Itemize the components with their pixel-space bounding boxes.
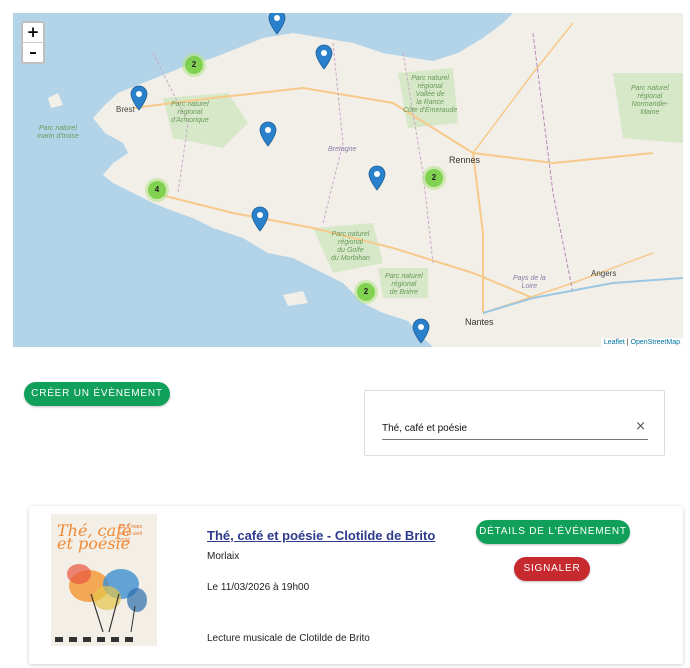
event-poster-image: Thé, café et poésie Du 9 mars au 18 avri… — [51, 514, 157, 646]
map-marker-icon[interactable] — [268, 13, 286, 35]
poster-dates: Du 9 mars au 18 avril 2026 — [119, 524, 143, 544]
attribution-separator: | — [626, 339, 629, 346]
label-bretagne: Bretagne — [328, 146, 357, 153]
label-parc-armorique: Parc naturel régional d'Armorique — [171, 101, 209, 124]
cluster-count: 2 — [425, 169, 443, 187]
zoom-in-button[interactable]: + — [23, 23, 43, 42]
search-card: Thé, café et poésie × — [364, 390, 665, 456]
map-marker-icon[interactable] — [259, 121, 277, 147]
cluster-count: 4 — [148, 181, 166, 199]
city-nantes: Nantes — [465, 317, 494, 327]
map-marker-icon[interactable] — [368, 165, 386, 191]
event-title-link[interactable]: Thé, café et poésie - Clotilde de Brito — [207, 528, 435, 543]
event-map[interactable]: Parc naturel régional d'Armorique Parc n… — [13, 13, 683, 347]
label-parc-normandie: Parc naturel régional Normandie- Maine — [631, 85, 669, 116]
label-parc-iroise: Parc naturel marin d'Iroise — [37, 125, 79, 140]
search-input[interactable]: Thé, café et poésie × — [382, 419, 648, 440]
map-marker-icon[interactable] — [251, 206, 269, 232]
marker-cluster[interactable]: 2 — [354, 280, 378, 304]
marker-cluster[interactable]: 2 — [182, 53, 206, 77]
map-marker-icon[interactable] — [412, 318, 430, 344]
label-parc-rance: Parc naturel régional Vallée de la Rance… — [403, 75, 458, 114]
report-button[interactable]: SIGNALER — [514, 557, 590, 581]
event-details-button[interactable]: DÉTAILS DE L'ÉVÉNEMENT — [476, 520, 630, 544]
search-input-value: Thé, café et poésie — [382, 423, 468, 434]
marker-cluster[interactable]: 4 — [145, 178, 169, 202]
osm-link[interactable]: OpenStreetMap — [631, 339, 680, 346]
label-pays-loire: Pays de la Loire — [513, 275, 546, 290]
cluster-count: 2 — [185, 56, 203, 74]
leaflet-link[interactable]: Leaflet — [604, 339, 625, 346]
city-rennes: Rennes — [449, 155, 481, 165]
event-description: Lecture musicale de Clotilde de Brito — [207, 633, 370, 644]
label-parc-morbihan: Parc naturel régional du Golfe du Morbih… — [331, 231, 370, 262]
map-marker-icon[interactable] — [130, 85, 148, 111]
clear-icon[interactable]: × — [635, 419, 646, 434]
map-marker-icon[interactable] — [315, 44, 333, 70]
map-tiles — [13, 13, 683, 347]
event-card: Thé, café et poésie Du 9 mars au 18 avri… — [29, 506, 683, 664]
zoom-out-button[interactable]: – — [23, 42, 43, 62]
marker-cluster[interactable]: 2 — [422, 166, 446, 190]
zoom-control: + – — [21, 21, 45, 64]
event-city: Morlaix — [207, 551, 240, 562]
event-datetime: Le 11/03/2026 à 19h00 — [207, 582, 310, 593]
create-event-button[interactable]: CRÉER UN ÉVÈNEMENT — [24, 382, 170, 406]
label-parc-briere: Parc naturel régional de Brière — [385, 273, 423, 296]
city-angers: Angers — [591, 269, 617, 278]
poster-sponsor-logos — [55, 635, 153, 643]
map-attribution: Leaflet | OpenStreetMap — [600, 338, 683, 347]
cluster-count: 2 — [357, 283, 375, 301]
